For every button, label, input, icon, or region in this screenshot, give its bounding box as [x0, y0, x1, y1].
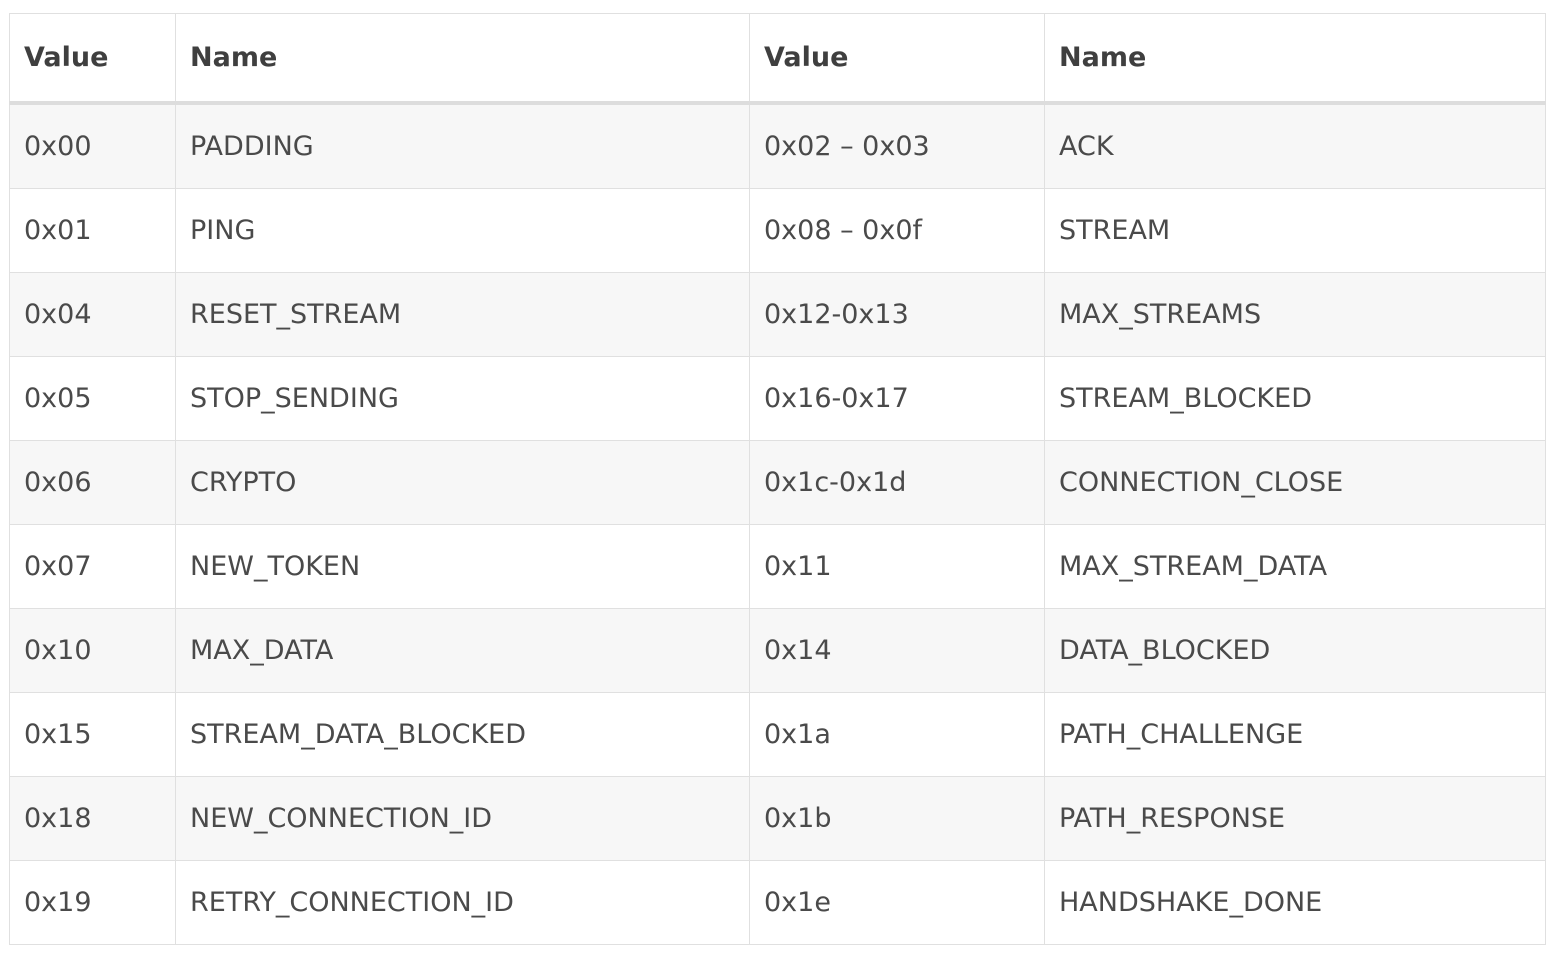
cell-name-2: MAX_STREAMS [1044, 272, 1546, 357]
cell-value-1: 0x06 [9, 440, 176, 525]
table-row: 0x07 NEW_TOKEN 0x11 MAX_STREAM_DATA [9, 524, 1546, 609]
header-row: Value Name Value Name [9, 13, 1546, 105]
cell-name-2: STREAM [1044, 188, 1546, 273]
cell-value-1: 0x18 [9, 776, 176, 861]
cell-value-2: 0x08 – 0x0f [749, 188, 1045, 273]
table-body: 0x00 PADDING 0x02 – 0x03 ACK 0x01 PING 0x08 – … [9, 102, 1546, 945]
cell-name-1: CRYPTO [175, 440, 750, 525]
table-row: 0x06 CRYPTO 0x1c-0x1d CONNECTION_CLOSE [9, 440, 1546, 525]
cell-name-1: MAX_DATA [175, 608, 750, 693]
table-row: 0x04 RESET_STREAM 0x12-0x13 MAX_STREAMS [9, 272, 1546, 357]
cell-value-1: 0x05 [9, 356, 176, 441]
frame-types-table-container: Value Name Value Name 0x00 PADDING 0x02 – … [9, 13, 1546, 945]
cell-name-2: ACK [1044, 102, 1546, 189]
cell-name-1: PADDING [175, 102, 750, 189]
table-row: 0x19 RETRY_CONNECTION_ID 0x1e HANDSHAKE_DON… [9, 860, 1546, 945]
table-header: Value Name Value Name [9, 13, 1546, 105]
cell-name-1: RESET_STREAM [175, 272, 750, 357]
cell-value-1: 0x01 [9, 188, 176, 273]
cell-value-1: 0x19 [9, 860, 176, 945]
cell-name-1: PING [175, 188, 750, 273]
cell-value-2: 0x1b [749, 776, 1045, 861]
cell-name-2: CONNECTION_CLOSE [1044, 440, 1546, 525]
cell-value-2: 0x1c-0x1d [749, 440, 1045, 525]
table-row: 0x05 STOP_SENDING 0x16-0x17 STREAM_BLOCKED [9, 356, 1546, 441]
cell-name-1: NEW_CONNECTION_ID [175, 776, 750, 861]
cell-name-2: MAX_STREAM_DATA [1044, 524, 1546, 609]
cell-name-1: NEW_TOKEN [175, 524, 750, 609]
cell-value-2: 0x1e [749, 860, 1045, 945]
cell-name-1: RETRY_CONNECTION_ID [175, 860, 750, 945]
header-name-2: Name [1044, 13, 1546, 105]
table-row: 0x00 PADDING 0x02 – 0x03 ACK [9, 102, 1546, 189]
cell-value-1: 0x10 [9, 608, 176, 693]
frame-types-table: Value Name Value Name 0x00 PADDING 0x02 – … [9, 13, 1546, 945]
table-row: 0x18 NEW_CONNECTION_ID 0x1b PATH_RESPONSE [9, 776, 1546, 861]
header-value-2: Value [749, 13, 1045, 105]
table-row: 0x15 STREAM_DATA_BLOCKED 0x1a PATH_CHALLENG… [9, 692, 1546, 777]
cell-value-1: 0x04 [9, 272, 176, 357]
cell-value-1: 0x07 [9, 524, 176, 609]
cell-name-1: STREAM_DATA_BLOCKED [175, 692, 750, 777]
table-row: 0x10 MAX_DATA 0x14 DATA_BLOCKED [9, 608, 1546, 693]
cell-name-2: DATA_BLOCKED [1044, 608, 1546, 693]
header-name-1: Name [175, 13, 750, 105]
cell-value-1: 0x15 [9, 692, 176, 777]
cell-name-2: STREAM_BLOCKED [1044, 356, 1546, 441]
cell-value-1: 0x00 [9, 102, 176, 189]
cell-value-2: 0x11 [749, 524, 1045, 609]
table-row: 0x01 PING 0x08 – 0x0f STREAM [9, 188, 1546, 273]
cell-value-2: 0x02 – 0x03 [749, 102, 1045, 189]
cell-value-2: 0x1a [749, 692, 1045, 777]
cell-value-2: 0x14 [749, 608, 1045, 693]
cell-name-2: HANDSHAKE_DONE [1044, 860, 1546, 945]
header-value-1: Value [9, 13, 176, 105]
cell-name-2: PATH_RESPONSE [1044, 776, 1546, 861]
cell-value-2: 0x12-0x13 [749, 272, 1045, 357]
cell-name-2: PATH_CHALLENGE [1044, 692, 1546, 777]
cell-name-1: STOP_SENDING [175, 356, 750, 441]
cell-value-2: 0x16-0x17 [749, 356, 1045, 441]
